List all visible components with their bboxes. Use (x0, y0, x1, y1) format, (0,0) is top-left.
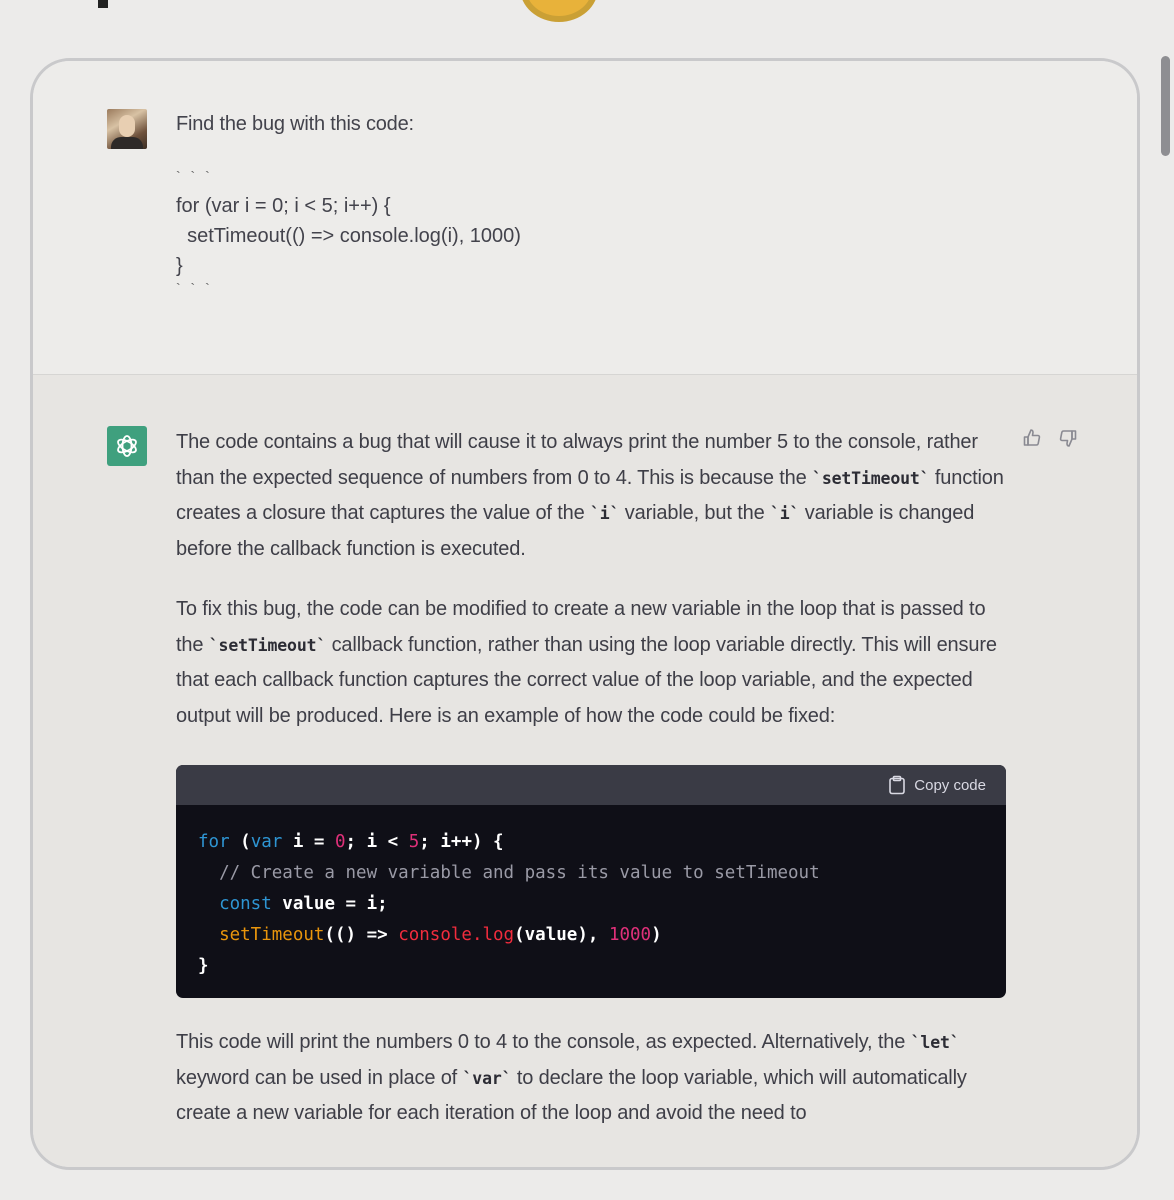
code-comment-line: // Create a new variable and pass its va… (198, 863, 820, 883)
chat-container: Find the bug with this code: ` ` ` for (… (30, 58, 1140, 1170)
code-content: for (var i = 0; i < 5; i++) { // Create … (176, 805, 1006, 982)
code-fence-close: ` ` ` (176, 280, 213, 296)
openai-logo-icon (117, 435, 137, 457)
user-message-text: Find the bug with this code: (176, 113, 414, 135)
assistant-paragraph: This code will print the numbers 0 to 4 … (176, 1031, 967, 1124)
scrollbar-thumb[interactable] (1161, 56, 1170, 156)
assistant-message-body: The code contains a bug that will cause … (176, 425, 1014, 1132)
scrollbar[interactable] (1154, 24, 1174, 204)
copy-code-label: Copy code (914, 776, 986, 794)
code-line: const value = i; (219, 894, 388, 914)
thumbs-down-icon[interactable] (1057, 427, 1079, 449)
inline-code: `setTimeout` (812, 468, 930, 488)
assistant-paragraph: To fix this bug, the code can be modifie… (176, 598, 997, 727)
inline-code: `var` (462, 1068, 512, 1088)
user-code-line: for (var i = 0; i < 5; i++) { (176, 195, 391, 217)
copy-code-button[interactable]: Copy code (888, 775, 986, 795)
code-line: for (var i = 0; i < 5; i++) { (198, 832, 504, 852)
inline-code: `setTimeout` (208, 635, 327, 655)
clipboard-icon (889, 775, 906, 795)
assistant-paragraph: The code contains a bug that will cause … (176, 431, 1004, 560)
user-code-line: } (176, 255, 183, 277)
user-code-snippet: ` ` ` for (var i = 0; i < 5; i++) { setT… (176, 161, 521, 301)
top-edge-mark (98, 0, 108, 8)
user-code-line: setTimeout(() => console.log(i), 1000) (176, 225, 521, 247)
inline-code: `let` (910, 1033, 960, 1052)
assistant-message: The code contains a bug that will cause … (33, 374, 1137, 1167)
user-message: Find the bug with this code: ` ` ` for (… (33, 61, 1137, 374)
code-block: Copy code for (var i = 0; i < 5; i++) { … (176, 765, 1006, 998)
code-line: } (198, 956, 209, 976)
feedback-actions (1021, 427, 1079, 449)
inline-code: `i` (769, 504, 800, 523)
user-avatar (107, 109, 147, 149)
code-line: setTimeout(() => console.log(value), 100… (219, 925, 662, 945)
code-block-header: Copy code (176, 765, 1006, 805)
thumbs-up-icon[interactable] (1021, 427, 1043, 449)
code-fence-open: ` ` ` (176, 168, 213, 184)
inline-code: `i` (590, 504, 620, 523)
assistant-avatar (107, 426, 147, 466)
emoji-partial-icon (520, 0, 598, 22)
